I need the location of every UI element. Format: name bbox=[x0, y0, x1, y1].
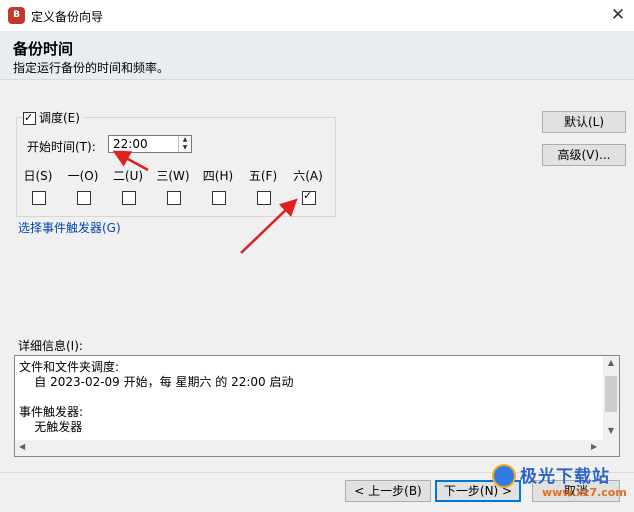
details-textbox[interactable]: 文件和文件夹调度: 自 2023-02-09 开始，每 星期六 的 22:00 … bbox=[14, 355, 620, 457]
details-line: 自 2023-02-09 开始，每 星期六 的 22:00 启动 bbox=[19, 375, 294, 389]
checkbox-icon[interactable] bbox=[167, 190, 181, 205]
details-line: 事件触发器: bbox=[19, 405, 84, 419]
day-checkbox-sat[interactable] bbox=[302, 189, 316, 205]
app-icon: B bbox=[8, 7, 25, 24]
watermark-brand: 极光下载站 bbox=[520, 467, 610, 487]
day-checkbox-sun[interactable] bbox=[32, 190, 46, 205]
checkbox-icon[interactable] bbox=[32, 190, 46, 205]
day-label-wed: 三(W) bbox=[156, 169, 190, 183]
scroll-down-icon[interactable]: ▼ bbox=[603, 426, 619, 435]
start-time-label: 开始时间(T): bbox=[27, 140, 96, 154]
title-bar: B 定义备份向导 ✕ bbox=[0, 0, 634, 31]
scroll-right-icon[interactable]: ▶ bbox=[591, 442, 597, 451]
details-line: 无触发器 bbox=[19, 420, 83, 434]
advanced-button[interactable]: 高级(V)... bbox=[542, 144, 626, 166]
day-checkbox-mon[interactable] bbox=[77, 190, 91, 205]
day-label-mon: 一(O) bbox=[67, 169, 99, 183]
watermark-logo-icon bbox=[492, 464, 516, 488]
scroll-left-icon[interactable]: ◀ bbox=[19, 442, 25, 451]
day-checkbox-fri[interactable] bbox=[257, 190, 271, 205]
day-label-thu: 四(H) bbox=[202, 169, 234, 183]
day-checkbox-thu[interactable] bbox=[212, 190, 226, 205]
checkbox-icon[interactable] bbox=[122, 190, 136, 205]
spin-down-icon[interactable]: ▼ bbox=[180, 144, 190, 151]
scrollbar-corner bbox=[603, 440, 619, 456]
watermark: 极光下载站 www.xz7.com bbox=[490, 458, 628, 508]
checkbox-icon[interactable] bbox=[257, 190, 271, 205]
close-icon[interactable]: ✕ bbox=[604, 3, 632, 27]
day-checkbox-tue[interactable] bbox=[122, 190, 136, 205]
scroll-thumb[interactable] bbox=[605, 376, 617, 412]
checkbox-checked-icon[interactable] bbox=[23, 110, 36, 126]
vertical-scrollbar[interactable]: ▲ ▼ bbox=[603, 356, 619, 440]
day-label-fri: 五(F) bbox=[248, 169, 278, 183]
default-button[interactable]: 默认(L) bbox=[542, 111, 626, 133]
horizontal-scrollbar[interactable]: ◀ ▶ bbox=[15, 440, 603, 456]
details-line: 文件和文件夹调度: bbox=[19, 360, 120, 374]
day-label-tue: 二(U) bbox=[112, 169, 144, 183]
watermark-url: www.xz7.com bbox=[542, 486, 627, 499]
checkbox-icon[interactable] bbox=[77, 190, 91, 205]
schedule-checkbox-label: 调度(E) bbox=[39, 111, 80, 125]
day-label-sun: 日(S) bbox=[23, 169, 53, 183]
page-title: 备份时间 bbox=[13, 40, 74, 58]
start-time-value[interactable]: 22:00 bbox=[113, 137, 148, 151]
select-event-trigger-link[interactable]: 选择事件触发器(G) bbox=[18, 219, 121, 236]
day-checkbox-wed[interactable] bbox=[167, 190, 181, 205]
spin-buttons: ▲ ▼ bbox=[178, 136, 191, 152]
details-label: 详细信息(I): bbox=[18, 339, 83, 353]
day-label-sat: 六(A) bbox=[293, 169, 323, 183]
scroll-up-icon[interactable]: ▲ bbox=[603, 358, 619, 367]
start-time-spinner[interactable]: 22:00 ▲ ▼ bbox=[108, 135, 192, 153]
spin-up-icon[interactable]: ▲ bbox=[180, 136, 190, 143]
back-button[interactable]: < 上一步(B) bbox=[345, 480, 431, 502]
window-title: 定义备份向导 bbox=[31, 10, 104, 24]
schedule-checkbox[interactable]: 调度(E) bbox=[22, 110, 83, 126]
checkbox-icon[interactable] bbox=[212, 190, 226, 205]
page-subtitle: 指定运行备份的时间和频率。 bbox=[13, 61, 170, 75]
wizard-header: 备份时间 指定运行备份的时间和频率。 bbox=[0, 31, 634, 80]
checkbox-checked-icon[interactable] bbox=[302, 189, 316, 205]
